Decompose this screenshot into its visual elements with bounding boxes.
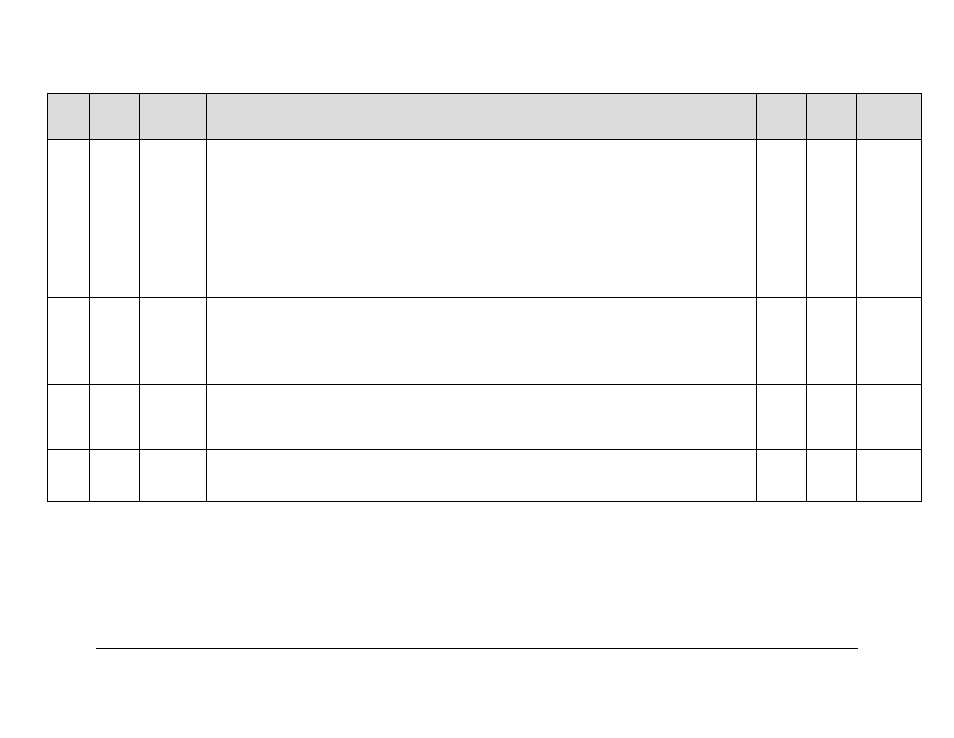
cell bbox=[807, 385, 857, 450]
cell bbox=[757, 140, 807, 298]
col-header bbox=[757, 94, 807, 140]
col-header bbox=[140, 94, 207, 140]
cell bbox=[807, 450, 857, 502]
cell bbox=[857, 298, 922, 385]
col-header bbox=[48, 94, 90, 140]
cell bbox=[48, 385, 90, 450]
cell bbox=[140, 450, 207, 502]
col-header bbox=[207, 94, 757, 140]
cell bbox=[90, 450, 140, 502]
cell bbox=[807, 298, 857, 385]
cell bbox=[207, 140, 757, 298]
cell bbox=[757, 385, 807, 450]
col-header bbox=[90, 94, 140, 140]
table-header-row bbox=[48, 94, 922, 140]
cell bbox=[90, 140, 140, 298]
cell bbox=[857, 140, 922, 298]
table-row bbox=[48, 140, 922, 298]
cell bbox=[757, 298, 807, 385]
table-row bbox=[48, 450, 922, 502]
col-header bbox=[807, 94, 857, 140]
cell bbox=[207, 298, 757, 385]
cell bbox=[90, 385, 140, 450]
table-row bbox=[48, 385, 922, 450]
cell bbox=[48, 298, 90, 385]
horizontal-rule bbox=[96, 648, 858, 649]
data-table bbox=[47, 93, 922, 502]
cell bbox=[857, 450, 922, 502]
page bbox=[0, 0, 954, 738]
cell bbox=[757, 450, 807, 502]
cell bbox=[48, 140, 90, 298]
cell bbox=[207, 385, 757, 450]
cell bbox=[857, 385, 922, 450]
cell bbox=[140, 385, 207, 450]
cell bbox=[48, 450, 90, 502]
cell bbox=[90, 298, 140, 385]
col-header bbox=[857, 94, 922, 140]
cell bbox=[140, 298, 207, 385]
cell bbox=[207, 450, 757, 502]
cell bbox=[807, 140, 857, 298]
cell bbox=[140, 140, 207, 298]
table-row bbox=[48, 298, 922, 385]
